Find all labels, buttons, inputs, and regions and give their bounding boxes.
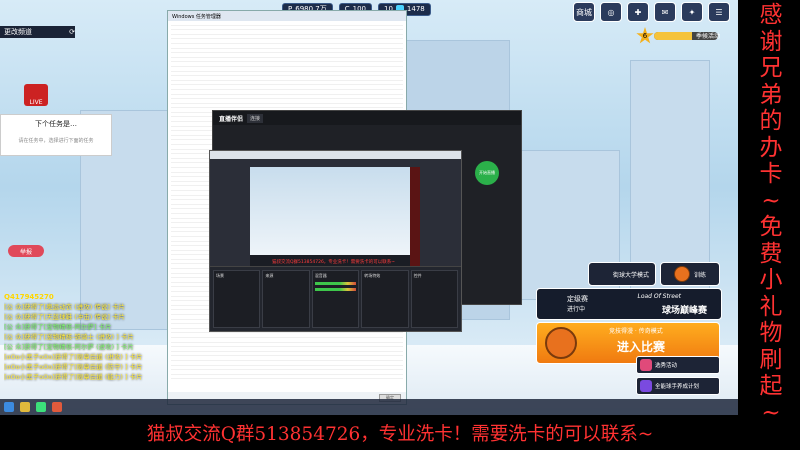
- ranked-title: 定级赛: [567, 295, 588, 303]
- allround-plan-button[interactable]: 全能球手养成计划: [636, 377, 720, 395]
- controls-panel[interactable]: 控件: [410, 270, 459, 328]
- mixer-panel[interactable]: 混音器: [311, 270, 360, 328]
- chat-line: [公 众]获得了[宠物精核-阿尔萨 (进攻) ] 卡片: [4, 343, 134, 351]
- top-icon-bar: 商城 ◎ ✚ ✉ ✦ ☰: [573, 2, 730, 22]
- ranked-status: 进行中: [567, 306, 586, 313]
- companion-header: 直播伴侣 连接: [213, 111, 521, 125]
- street-mode-button[interactable]: 街球大学模式: [588, 262, 656, 286]
- menu-icon[interactable]: ☰: [708, 2, 730, 22]
- chat-line: [oOo小黑子oOo]获得了[限章后援 (防守) ] 卡片: [4, 363, 143, 371]
- level-star: 6: [642, 32, 648, 40]
- level-text: 季候活动: [695, 33, 720, 40]
- chat-line: [公 众]获得了[天蓝球鞋 (冲击) 传说] 卡片: [4, 313, 125, 321]
- transition-panel[interactable]: 转场特效: [361, 270, 409, 328]
- shop-cart-icon[interactable]: 商城: [573, 2, 595, 22]
- enter-sub: 竞技得漫 · 传奇模式: [609, 328, 663, 335]
- ranked-cn-title: 球场巅峰赛: [661, 306, 707, 316]
- training-button[interactable]: 训练: [660, 262, 720, 286]
- chat-user-id: Q417945270: [4, 293, 54, 301]
- chat-log: Q417945270 [公 众]获得了[奥运动衣 (进攻) 传说] 卡片 [公 …: [4, 292, 169, 382]
- basketball-icon: [545, 327, 577, 359]
- ranked-match-panel[interactable]: 定级赛 进行中 Load Of Street 球场巅峰赛: [536, 288, 722, 320]
- star-icon: 6: [636, 27, 654, 44]
- change-channel-label: 更改频道: [4, 28, 32, 36]
- game-stage: P 6980.7万 C 100 10 1478 商城 ◎ ✚ ✉ ✦ ☰ 6 季候活动…: [0, 0, 738, 415]
- bottom-banner-text: 猫叔交流Q群513854726，专业洗卡！需要洗卡的可以联系~: [146, 423, 654, 445]
- plan-icon: [640, 380, 652, 392]
- start-live-label: 开始直播: [479, 170, 495, 175]
- gift-icon[interactable]: ✚: [627, 2, 649, 22]
- panel-title: 来源: [265, 273, 274, 278]
- basketball-icon: [673, 266, 690, 282]
- companion-brand: 直播伴侣: [219, 115, 244, 123]
- level-progress-fill: [654, 32, 693, 40]
- draft-label: 选秀活动: [655, 363, 678, 369]
- process-row[interactable]: [171, 375, 403, 380]
- start-icon[interactable]: [4, 402, 14, 412]
- chat-line: [oOo小黑子oOo]获得了[限章后援 (能力) ] 卡片: [4, 373, 143, 381]
- training-label: 训练: [693, 271, 706, 279]
- obs-preview: 猫叔交流Q群513854726，专业洗卡！需要洗卡的可以联系~: [250, 167, 420, 267]
- live-camera-icon[interactable]: LIVE: [24, 84, 48, 106]
- report-button[interactable]: 举报: [8, 245, 44, 257]
- windows-taskbar: [0, 399, 738, 415]
- panel-title: 场景: [216, 273, 224, 278]
- scenes-panel[interactable]: 场景: [213, 270, 261, 328]
- folder-icon[interactable]: [20, 402, 30, 412]
- plan-label: 全能球手养成计划: [655, 384, 700, 390]
- window-title: Windows 任务管理器: [172, 13, 221, 20]
- obs-panels: 场景 来源 混音器 转场特效 控件: [210, 266, 461, 331]
- preview-caption: 猫叔交流Q群513854726，专业洗卡！需要洗卡的可以联系~: [272, 260, 396, 265]
- obs-window[interactable]: 猫叔交流Q群513854726，专业洗卡！需要洗卡的可以联系~ 场景 来源 混音…: [209, 150, 462, 332]
- right-banner-text: 感谢兄弟的办卡~免费小礼物刷起~: [759, 2, 783, 426]
- coin-icon[interactable]: ◎: [600, 2, 622, 22]
- sources-panel[interactable]: 来源: [262, 270, 310, 328]
- task-panel: 下个任务是… 请在任务中，选择进行下面的任务: [0, 114, 112, 156]
- start-live-button[interactable]: 开始直播: [475, 161, 499, 185]
- app-icon[interactable]: [52, 402, 62, 412]
- mail-icon[interactable]: ✉: [654, 2, 676, 22]
- task-sub: 请在任务中，选择进行下面的任务: [18, 138, 94, 144]
- panel-title: 转场特效: [364, 273, 381, 278]
- app-icon[interactable]: [36, 402, 46, 412]
- ranked-en-title: Load Of Street: [637, 293, 681, 300]
- enter-main: 进入比赛: [617, 340, 666, 354]
- bottom-banner: 猫叔交流Q群513854726，专业洗卡！需要洗卡的可以联系~: [0, 415, 800, 450]
- chat-line: [公 众]获得了[奥运动衣 (进攻) 传说] 卡片: [4, 303, 125, 311]
- shop-label: 商城: [576, 7, 592, 17]
- chat-line: [公 众]获得了[宠物精核-铁骑士 (进攻) ] 卡片: [4, 333, 134, 341]
- currency-value: 1478: [406, 5, 425, 13]
- refresh-icon: ⟳: [69, 28, 75, 36]
- right-banner: 感谢兄弟的办卡~免费小礼物刷起~: [738, 0, 800, 426]
- panel-title: 混音器: [314, 273, 327, 278]
- draft-event-button[interactable]: 选秀活动: [636, 356, 720, 374]
- window-titlebar[interactable]: Windows 任务管理器: [168, 11, 406, 21]
- obs-titlebar[interactable]: [210, 151, 461, 159]
- task-title: 下个任务是…: [35, 120, 77, 128]
- draft-icon: [640, 359, 652, 371]
- panel-title: 控件: [413, 273, 422, 278]
- chat-line: [公 众]获得了[宠物精核-阿尔萨] 卡片: [4, 323, 112, 331]
- street-mode-label: 街球大学模式: [612, 271, 649, 279]
- bulb-icon[interactable]: ✦: [681, 2, 703, 22]
- companion-tab[interactable]: 连接: [247, 113, 264, 123]
- live-label: LIVE: [29, 99, 43, 106]
- change-channel-button[interactable]: 更改频道 ⟳: [0, 26, 75, 38]
- chat-line: [oOo小黑子oOo]获得了[限章后援 (进攻) ] 卡片: [4, 353, 143, 361]
